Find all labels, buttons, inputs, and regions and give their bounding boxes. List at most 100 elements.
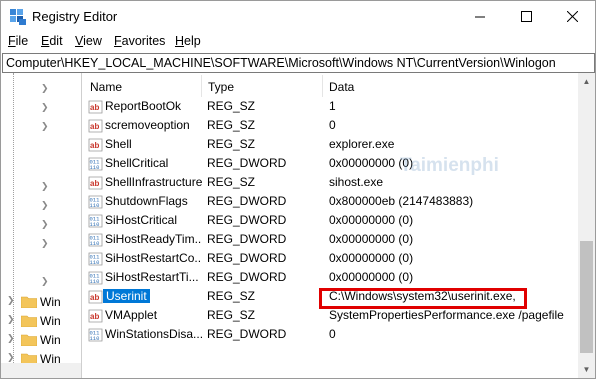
column-header-data[interactable]: Data xyxy=(329,80,354,94)
menu-file[interactable]: File xyxy=(8,34,28,48)
value-row[interactable]: ab ShellInfrastructure REG_SZ sihost.exe xyxy=(82,173,578,192)
value-name: Userinit xyxy=(103,289,150,303)
expand-arrow-icon[interactable]: ❯ xyxy=(7,333,15,344)
scrollbar-thumb[interactable] xyxy=(580,241,593,353)
registry-app-icon xyxy=(10,9,26,25)
value-row[interactable]: ab ReportBootOk REG_SZ 1 xyxy=(82,97,578,116)
folder-icon xyxy=(21,296,37,308)
binary-value-icon: 011110 xyxy=(88,328,103,342)
value-name: scremoveoption xyxy=(105,118,190,132)
value-data: 0 xyxy=(329,118,336,132)
tree-item-label: Win xyxy=(40,295,61,309)
close-button[interactable] xyxy=(549,1,595,32)
values-list-pane[interactable]: Name Type Data ab ReportBootOk REG_SZ 1 ab sc… xyxy=(82,73,578,378)
expand-arrow-icon[interactable]: ❯ xyxy=(7,352,15,363)
minimize-button[interactable] xyxy=(457,1,503,32)
tree-item[interactable]: ❯ Win xyxy=(1,311,79,330)
key-tree-pane[interactable]: ❯ ❯ ❯ ❯ ❯ ❯ ❯ ❯ ❯ Win ❯ Win ❯ Win ❯ Win xyxy=(1,73,82,378)
maximize-button[interactable] xyxy=(503,1,549,32)
value-name: SiHostRestartTi... xyxy=(105,270,199,284)
svg-text:ab: ab xyxy=(90,103,99,112)
watermark-logo: Taimienphi xyxy=(400,155,499,176)
svg-text:110: 110 xyxy=(90,221,100,228)
expand-arrow-icon[interactable]: ❯ xyxy=(41,219,49,229)
value-data: SystemPropertiesPerformance.exe /pagefil… xyxy=(329,308,564,322)
value-name: ReportBootOk xyxy=(105,99,182,113)
value-row[interactable]: ab Shell REG_SZ explorer.exe xyxy=(82,135,578,154)
expand-arrow-icon[interactable]: ❯ xyxy=(41,102,49,112)
binary-value-icon: 011110 xyxy=(88,252,103,266)
value-row[interactable]: 011 110 WinStationsDisa... REG_DWORD 0 xyxy=(82,325,578,344)
tree-item[interactable]: ❯ Win xyxy=(1,330,79,349)
expand-arrow-icon[interactable]: ❯ xyxy=(7,314,15,325)
value-name: WinStationsDisa... xyxy=(105,327,202,341)
value-row[interactable]: 011 110 ShellCritical REG_DWORD 0x00000000 (… xyxy=(82,154,578,173)
value-type: REG_DWORD xyxy=(207,156,287,170)
svg-text:ab: ab xyxy=(90,179,99,188)
menu-help[interactable]: Help xyxy=(175,34,201,48)
value-name: SiHostRestartCo... xyxy=(105,251,202,265)
value-data: explorer.exe xyxy=(329,137,395,151)
title-bar[interactable]: Registry Editor xyxy=(1,1,595,32)
value-name: Shell xyxy=(105,137,132,151)
value-name: ShellInfrastructure xyxy=(105,175,202,189)
menu-bar: File Edit View Favorites Help xyxy=(1,32,595,52)
expand-arrow-icon[interactable]: ❯ xyxy=(41,238,49,248)
menu-favorites[interactable]: Favorites xyxy=(114,34,165,48)
value-data: 0x00000000 (0) xyxy=(329,232,414,246)
value-type: REG_SZ xyxy=(207,289,256,303)
string-value-icon: ab xyxy=(88,100,103,114)
svg-text:110: 110 xyxy=(90,259,100,266)
highlight-annotation xyxy=(319,288,527,309)
column-divider[interactable] xyxy=(201,75,202,97)
value-row[interactable]: ab scremoveoption REG_SZ 0 xyxy=(82,116,578,135)
binary-value-icon: 011110 xyxy=(88,157,103,171)
maximize-icon xyxy=(520,11,532,22)
string-value-icon: ab xyxy=(88,176,103,190)
folder-icon xyxy=(21,334,37,346)
value-type: REG_DWORD xyxy=(207,232,287,246)
tree-item[interactable]: ❯ Win xyxy=(1,292,79,311)
folder-icon xyxy=(21,315,37,327)
value-name: VMApplet xyxy=(105,308,158,322)
svg-text:110: 110 xyxy=(90,335,100,342)
menu-edit[interactable]: Edit xyxy=(41,34,63,48)
value-type: REG_DWORD xyxy=(207,213,287,227)
string-value-icon: ab xyxy=(88,138,103,152)
column-header-name[interactable]: Name xyxy=(90,80,122,94)
tree-horizontal-scrollbar[interactable] xyxy=(1,363,81,378)
scroll-up-icon[interactable]: ▲ xyxy=(578,73,595,90)
minimize-icon xyxy=(474,16,485,18)
address-bar[interactable]: Computer\HKEY_LOCAL_MACHINE\SOFTWARE\Mic… xyxy=(2,53,595,73)
value-type: REG_SZ xyxy=(207,118,256,132)
value-type: REG_SZ xyxy=(207,308,256,322)
column-header-type[interactable]: Type xyxy=(208,80,234,94)
address-path: Computer\HKEY_LOCAL_MACHINE\SOFTWARE\Mic… xyxy=(6,56,556,70)
expand-arrow-icon[interactable]: ❯ xyxy=(41,181,49,191)
value-data: 0 xyxy=(329,327,336,341)
expand-arrow-icon[interactable]: ❯ xyxy=(7,295,15,306)
value-row[interactable]: 011 110 SiHostCritical REG_DWORD 0x00000000 … xyxy=(82,211,578,230)
svg-text:ab: ab xyxy=(90,312,99,321)
vertical-scrollbar[interactable]: ▲ ▼ xyxy=(578,73,595,378)
value-row[interactable]: 011 110 SiHostRestartCo... REG_DWORD 0x00000… xyxy=(82,249,578,268)
string-value-icon: ab xyxy=(88,119,103,133)
expand-arrow-icon[interactable]: ❯ xyxy=(41,276,49,286)
scroll-down-icon[interactable]: ▼ xyxy=(578,361,595,378)
svg-text:ab: ab xyxy=(90,122,99,131)
value-row[interactable]: 011 110 ShutdownFlags REG_DWORD 0x800000eb (… xyxy=(82,192,578,211)
binary-value-icon: 011110 xyxy=(88,195,103,209)
expand-arrow-icon[interactable]: ❯ xyxy=(41,83,49,93)
registry-editor-window: Registry Editor File Edit View Favorites… xyxy=(0,0,596,379)
svg-text:110: 110 xyxy=(90,202,100,209)
column-divider[interactable] xyxy=(322,75,323,97)
expand-arrow-icon[interactable]: ❯ xyxy=(41,200,49,210)
expand-arrow-icon[interactable]: ❯ xyxy=(41,121,49,131)
value-row[interactable]: 011 110 SiHostReadyTim... REG_DWORD 0x000000… xyxy=(82,230,578,249)
menu-view[interactable]: View xyxy=(75,34,102,48)
close-icon xyxy=(566,11,578,22)
value-row[interactable]: 011 110 SiHostRestartTi... REG_DWORD 0x00000… xyxy=(82,268,578,287)
svg-text:110: 110 xyxy=(90,240,100,247)
tree-item-label: Win xyxy=(40,314,61,328)
value-data: 1 xyxy=(329,99,336,113)
